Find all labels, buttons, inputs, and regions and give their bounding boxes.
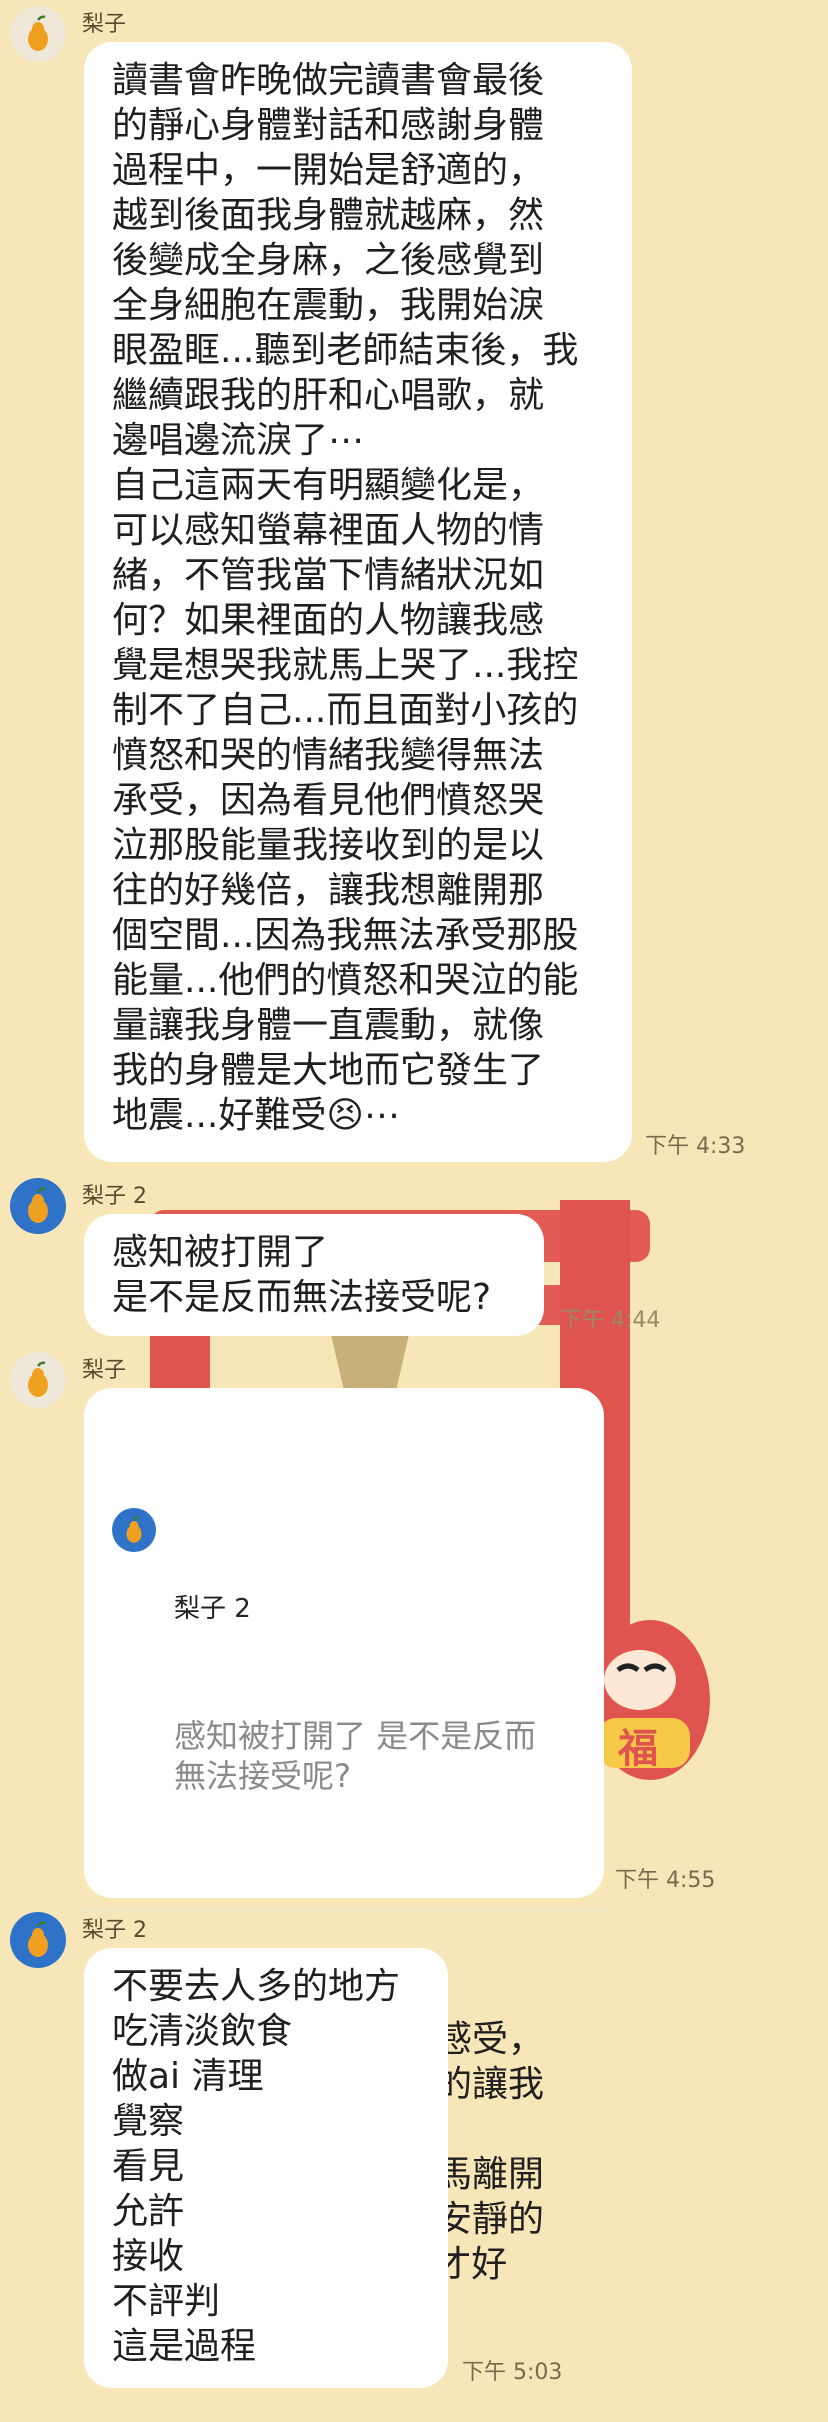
pear-icon: [28, 15, 48, 51]
message-timestamp: 下午 4:55: [615, 1868, 716, 1893]
message-timestamp: 下午 4:33: [645, 1134, 746, 1159]
message-bubble[interactable]: 梨子 2 感知被打開了 是不是反而 無法接受呢? 原來這就是被打開的感受， 突然…: [84, 1388, 604, 2330]
avatar[interactable]: [10, 6, 66, 62]
pear-icon: [28, 1361, 48, 1397]
message-bubble[interactable]: 讀書會昨晚做完讀書會最後 的靜心身體對話和感謝身體 過程中，一開始是舒適的， 越…: [84, 42, 632, 1162]
avatar[interactable]: [10, 1912, 66, 1968]
quote-text: 感知被打開了 是不是反而 無法接受呢?: [174, 1717, 537, 1795]
sender-name: 梨子: [82, 12, 127, 37]
message-bubble[interactable]: 不要去人多的地方 吃清淡飲食 做ai 清理 覺察 看見 允許 接收 不評判 這是…: [84, 1948, 448, 2388]
daruma-fortune-character: 福: [618, 1726, 658, 1772]
message-timestamp: 下午 5:03: [462, 2360, 563, 2385]
pear-icon: [126, 1516, 142, 1543]
sender-name: 梨子 2: [82, 1184, 147, 1209]
message-bubble[interactable]: 感知被打開了 是不是反而無法接受呢?: [84, 1214, 544, 1336]
pear-icon: [28, 1921, 48, 1957]
message-timestamp: 下午 4:44: [560, 1308, 661, 1333]
avatar[interactable]: [10, 1352, 66, 1408]
avatar[interactable]: [10, 1178, 66, 1234]
quoted-message[interactable]: 梨子 2 感知被打開了 是不是反而 無法接受呢?: [84, 1478, 604, 1911]
quote-avatar: [112, 1508, 156, 1552]
sender-name: 梨子 2: [82, 1918, 147, 1943]
sender-name: 梨子: [82, 1358, 127, 1383]
quote-sender: 梨子 2: [174, 1594, 251, 1624]
pear-icon: [28, 1187, 48, 1223]
